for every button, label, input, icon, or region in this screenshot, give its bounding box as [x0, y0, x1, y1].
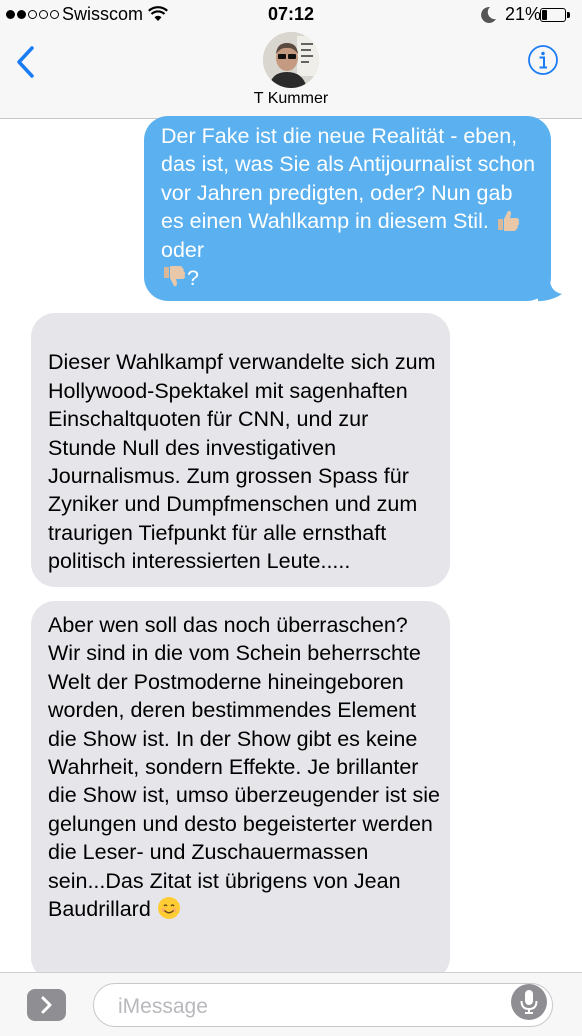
incoming-message-bubble[interactable]: Aber wen soll das noch überraschen? Wir … — [31, 601, 450, 981]
thumbs-down-icon — [164, 266, 186, 287]
imessage-field[interactable] — [93, 983, 553, 1027]
message-text-end: ? — [187, 266, 199, 291]
bubble-tail — [538, 282, 562, 302]
message-text: Aber wen soll das noch überraschen? Wir … — [48, 613, 440, 922]
microphone-icon[interactable] — [510, 983, 548, 1021]
conversation-header: T Kummer — [0, 30, 582, 119]
message-text: Der Fake ist die neue Realität - eben, d… — [161, 124, 536, 234]
thumbs-up-icon — [497, 211, 519, 232]
info-icon[interactable] — [527, 44, 559, 76]
imessage-input[interactable] — [116, 992, 500, 1022]
expand-chevron-icon — [41, 996, 52, 1014]
message-input-bar — [0, 972, 582, 1036]
message-text-continued: oder — [161, 237, 205, 262]
contact-name[interactable]: T Kummer — [0, 90, 582, 108]
back-chevron-icon[interactable] — [12, 42, 42, 82]
message-text: Dieser Wahlkampf verwandelte sich zum Ho… — [48, 350, 436, 574]
battery-percentage: 21% — [505, 4, 542, 24]
moon-icon — [481, 6, 496, 23]
incoming-message-bubble[interactable]: Dieser Wahlkampf verwandelte sich zum Ho… — [31, 313, 450, 587]
outgoing-message-bubble[interactable]: Der Fake ist die neue Realität - eben, d… — [144, 116, 551, 301]
expand-apps-button[interactable] — [27, 989, 66, 1021]
battery-icon — [540, 8, 570, 22]
avatar[interactable] — [263, 32, 319, 88]
status-bar: Swisscom 07:12 21% — [0, 0, 582, 30]
smiling-face-icon — [157, 897, 180, 920]
